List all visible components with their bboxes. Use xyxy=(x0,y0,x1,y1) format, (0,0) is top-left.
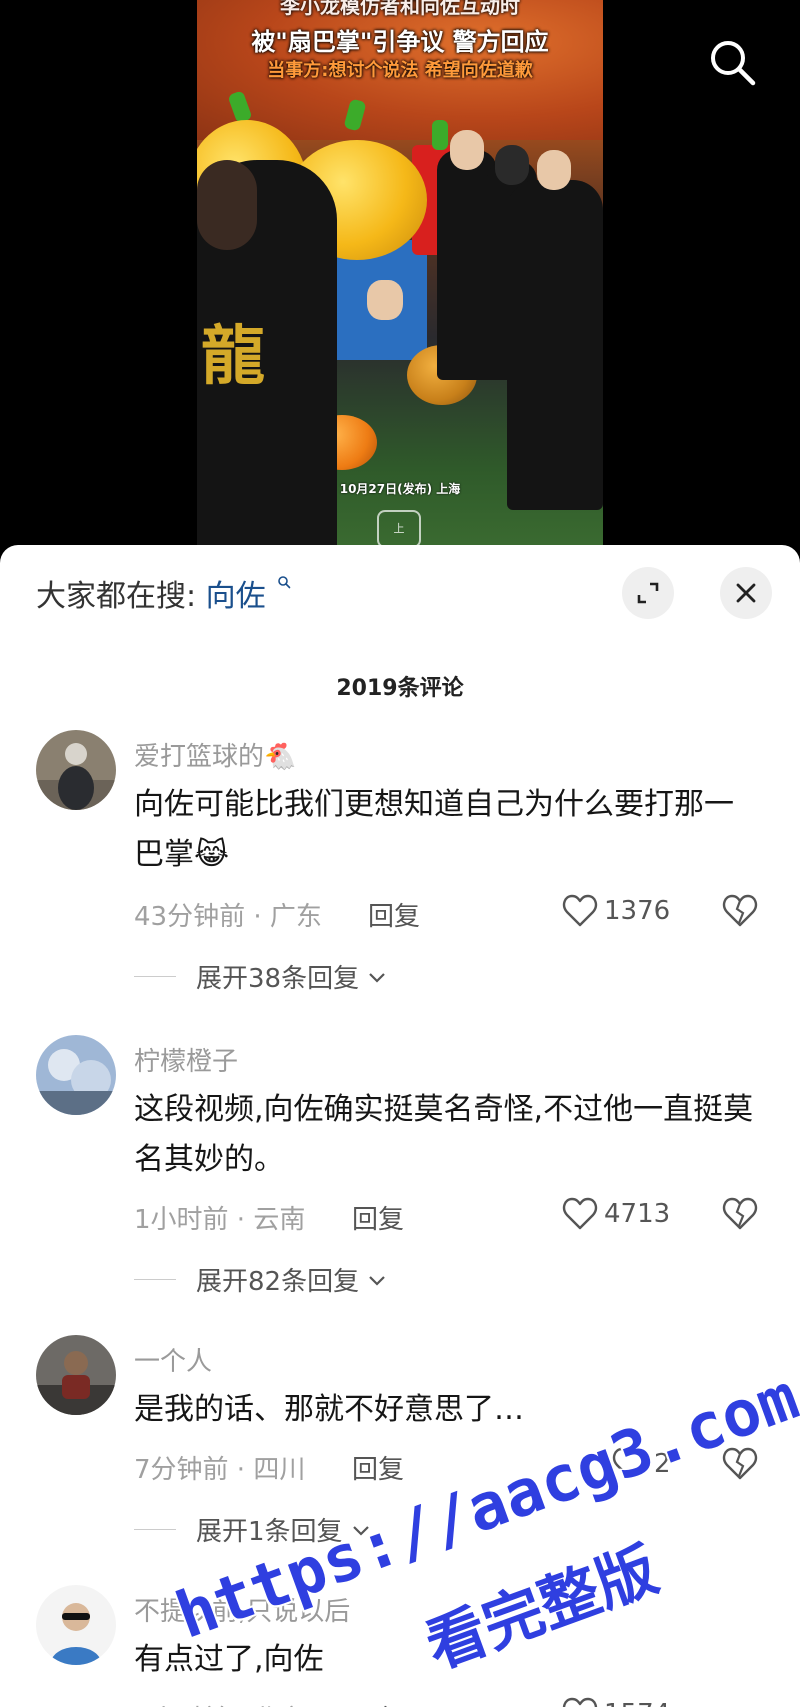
video-player[interactable]: 龍 李小龙模仿者和向佐互动时 被"扇巴掌"引争议 警方回应 当事方:想讨个说法 … xyxy=(0,0,800,560)
expand-replies-button[interactable]: 展开82条回复 xyxy=(134,1261,387,1298)
video-person xyxy=(507,180,603,510)
expand-button[interactable] xyxy=(622,567,674,619)
reply-button[interactable]: 回复 xyxy=(368,896,420,933)
comment-meta: 1小时前 · 云南 xyxy=(134,1205,306,1235)
video-hand xyxy=(367,280,403,320)
video-logo: 上 xyxy=(377,510,421,545)
divider xyxy=(134,1529,176,1530)
video-dragon-embroidery: 龍 xyxy=(201,319,265,394)
chevron-down-icon xyxy=(369,1275,385,1286)
avatar[interactable] xyxy=(36,1035,116,1115)
expand-replies-button[interactable]: 展开38条回复 xyxy=(134,958,387,995)
broken-heart-icon xyxy=(722,1197,758,1230)
like-count: 4713 xyxy=(604,1199,671,1229)
heart-icon xyxy=(562,894,598,927)
video-face xyxy=(495,145,529,185)
comment-item: 柠檬橙子 这段视频,向佐确实挺莫名奇怪,不过他一直挺莫名其妙的。 1小时前 · … xyxy=(0,1035,800,1298)
avatar-image xyxy=(36,1585,116,1665)
comment-text: 这段视频,向佐确实挺莫名奇怪,不过他一直挺莫名其妙的。 xyxy=(134,1092,754,1177)
avatar-image xyxy=(36,1035,116,1115)
like-button[interactable]: 4713 xyxy=(562,1197,670,1231)
comment-meta: 43分钟前 · 广东 xyxy=(134,902,322,932)
dislike-button[interactable] xyxy=(722,1197,758,1235)
comment-item: 爱打篮球的🐔 向佐可能比我们更想知道自己为什么要打那一巴掌😹 43分钟前 · 广… xyxy=(0,730,800,994)
comment-meta: 7分钟前 · 四川 xyxy=(134,1455,306,1485)
comment-count: 2019条评论 xyxy=(336,676,464,701)
comment-item: 不提以前,只说以后 有点过了,向佐 3小时前 · 北京 回复 1574 xyxy=(0,1585,800,1707)
like-count: 1376 xyxy=(604,896,671,926)
heart-icon xyxy=(562,1697,598,1707)
reply-button[interactable]: 回复 xyxy=(352,1199,404,1236)
comment-username[interactable]: 爱打篮球的🐔 xyxy=(134,736,296,773)
comment-meta: 3小时前 · 北京 xyxy=(134,1699,305,1707)
like-count: 1574 xyxy=(604,1699,670,1707)
close-icon xyxy=(736,583,756,603)
close-button[interactable] xyxy=(720,567,772,619)
search-button[interactable] xyxy=(706,36,760,90)
avatar-image xyxy=(36,1335,116,1415)
comment-username[interactable]: 一个人 xyxy=(134,1341,212,1378)
avatar[interactable] xyxy=(36,1585,116,1665)
video-caption-line1: 被"扇巴掌"引争议 警方回应 xyxy=(251,28,549,56)
reply-button[interactable]: 回复 xyxy=(352,1449,404,1486)
expand-replies-label: 展开38条回复 xyxy=(196,964,360,994)
like-button[interactable]: 1574 xyxy=(562,1697,670,1707)
video-caption-top: 李小龙模仿者和向佐互动时 xyxy=(280,0,520,18)
dislike-button[interactable] xyxy=(722,894,758,932)
video-person-head xyxy=(197,160,257,250)
divider xyxy=(134,976,176,977)
comment-text: 向佐可能比我们更想知道自己为什么要打那一巴掌😹 xyxy=(134,787,734,872)
video-frame[interactable]: 龍 李小龙模仿者和向佐互动时 被"扇巴掌"引争议 警方回应 当事方:想讨个说法 … xyxy=(197,0,603,545)
expand-replies-label: 展开82条回复 xyxy=(196,1267,360,1297)
avatar[interactable] xyxy=(36,730,116,810)
video-face xyxy=(450,130,484,170)
trending-label: 大家都在搜: xyxy=(36,579,197,614)
like-button[interactable]: 1376 xyxy=(562,894,670,928)
chevron-down-icon xyxy=(369,972,385,983)
video-date-stamp: 10月27日(发布) 上海 xyxy=(339,482,461,496)
trending-keyword[interactable]: 向佐 xyxy=(206,579,266,614)
heart-icon xyxy=(562,1197,598,1230)
avatar[interactable] xyxy=(36,1335,116,1415)
reply-button[interactable]: 回复 xyxy=(352,1699,404,1707)
search-icon xyxy=(711,41,756,86)
avatar-image xyxy=(36,730,116,810)
expand-icon xyxy=(637,582,659,604)
video-caption-line2: 当事方:想讨个说法 希望向佐道歉 xyxy=(267,60,533,81)
search-hint-icon xyxy=(278,576,291,589)
trending-search[interactable]: 大家都在搜: 向佐 xyxy=(36,571,291,615)
comment-username[interactable]: 柠檬橙子 xyxy=(134,1041,238,1078)
divider xyxy=(134,1279,176,1280)
broken-heart-icon xyxy=(722,894,758,927)
video-face xyxy=(537,150,571,190)
pumpkin-stem xyxy=(432,120,448,150)
